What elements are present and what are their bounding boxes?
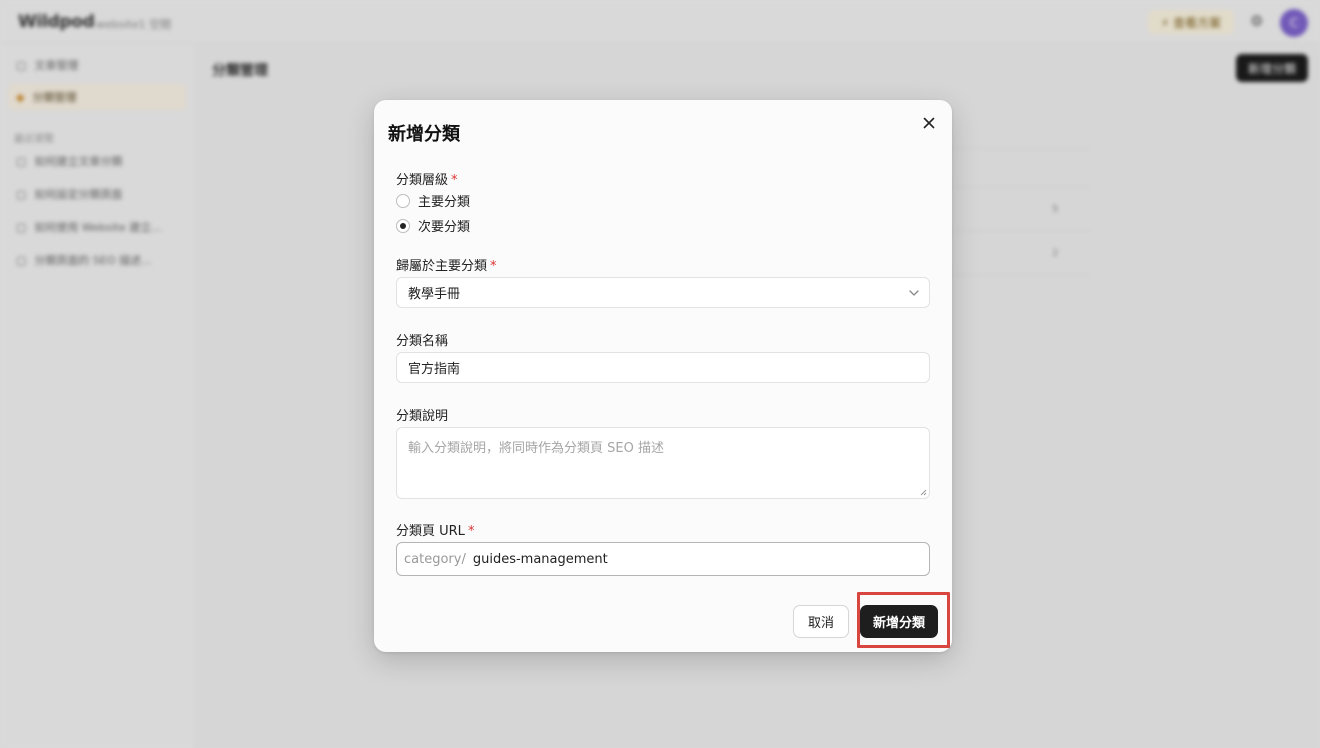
highlight-box — [857, 592, 950, 648]
url-value: guides-management — [472, 551, 608, 567]
radio-secondary-category[interactable]: 次要分類 — [396, 216, 470, 235]
resize-handle-icon[interactable] — [919, 488, 927, 496]
required-mark: * — [467, 524, 475, 539]
url-label: 分類頁 URL * — [396, 520, 474, 539]
url-prefix: category/ — [404, 551, 466, 567]
url-label-text: 分類頁 URL — [396, 524, 465, 539]
radio-label: 次要分類 — [418, 220, 471, 235]
required-mark: * — [451, 173, 458, 188]
name-label: 分類名稱 — [396, 334, 449, 349]
category-url-input[interactable]: category/ guides-management — [396, 542, 930, 576]
required-mark: * — [490, 259, 497, 274]
radio-label: 主要分類 — [418, 195, 471, 210]
textarea-placeholder: 輸入分類說明，將同時作為分類頁 SEO 描述 — [408, 441, 664, 456]
dialog-title: 新增分類 — [388, 124, 460, 145]
parent-category-select[interactable]: 教學手冊 — [396, 277, 930, 308]
radio-primary-category[interactable]: 主要分類 — [396, 191, 470, 210]
parent-label-text: 歸屬於主要分類 — [396, 259, 488, 274]
level-label: 分類層級 * — [396, 169, 458, 188]
radio-button[interactable] — [396, 218, 410, 233]
radio-button[interactable] — [396, 193, 410, 208]
radio-selected-dot — [400, 222, 406, 229]
cancel-button[interactable]: 取消 — [793, 605, 849, 638]
category-description-textarea[interactable]: 輸入分類說明，將同時作為分類頁 SEO 描述 — [396, 427, 930, 499]
description-label: 分類說明 — [396, 409, 449, 424]
chevron-down-icon — [909, 289, 919, 296]
parent-label: 歸屬於主要分類 * — [396, 255, 497, 274]
new-category-dialog: 新增分類 分類層級 * 主要分類 次要分類 歸屬於主要分類 * 教學手冊 分類名稱 … — [374, 100, 952, 652]
level-label-text: 分類層級 — [396, 173, 449, 188]
close-icon — [923, 117, 935, 129]
close-button[interactable] — [918, 112, 940, 134]
select-value: 教學手冊 — [408, 287, 461, 302]
category-name-input[interactable]: 官方指南 — [396, 352, 930, 383]
